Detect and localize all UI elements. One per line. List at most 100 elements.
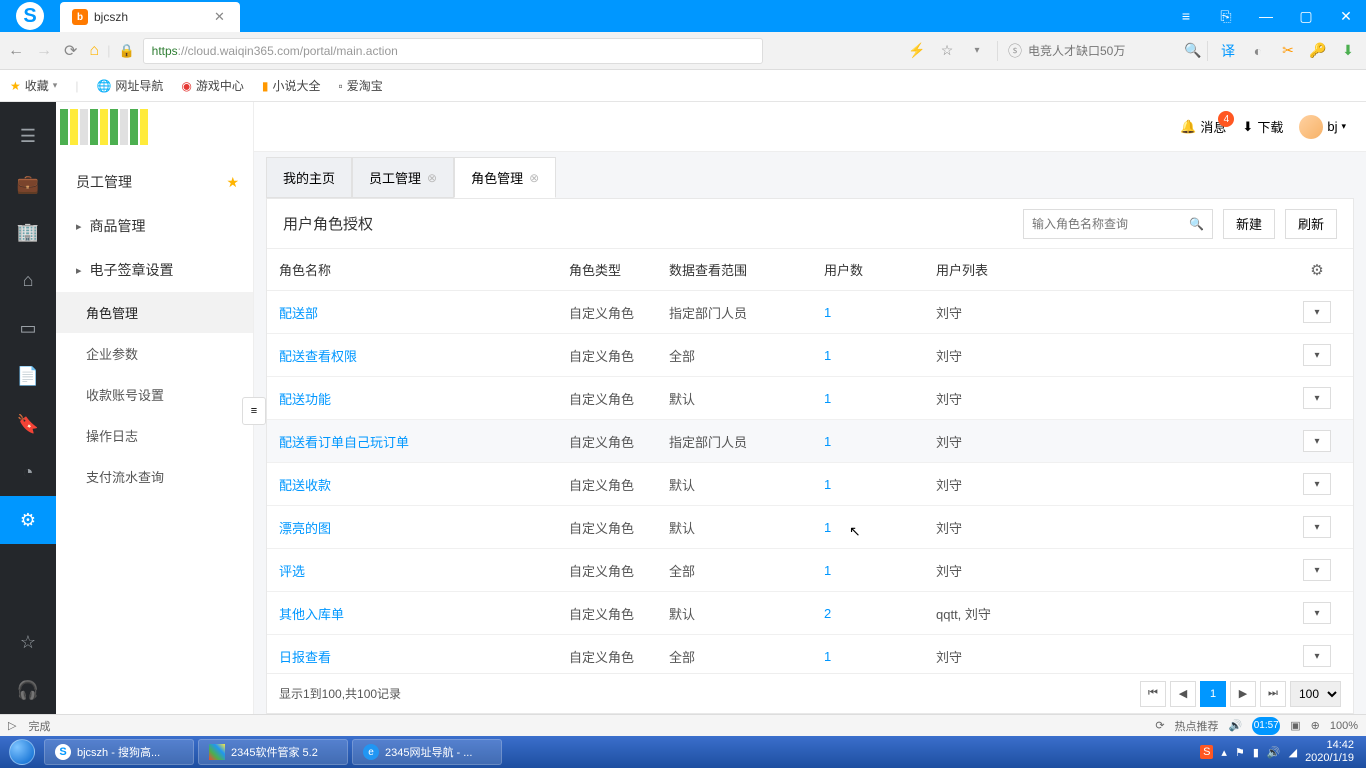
table-row[interactable]: 配送功能自定义角色默认1刘守▾ (267, 377, 1353, 420)
sidebar-star-icon[interactable]: ☆ (0, 618, 56, 666)
back-button[interactable]: ← (8, 42, 24, 60)
page-first[interactable]: ⏮ (1140, 681, 1166, 707)
browser-search[interactable]: ⓢ 🔍 (997, 41, 1197, 61)
url-input[interactable]: https://cloud.waiqin365.com/portal/main.… (143, 38, 763, 64)
role-name-link[interactable]: 配送查看权限 (279, 349, 357, 364)
role-name-link[interactable]: 配送看订单自己玩订单 (279, 435, 409, 450)
user-count-link[interactable]: 2 (824, 606, 831, 621)
role-name-link[interactable]: 漂亮的图 (279, 521, 331, 536)
table-row[interactable]: 其他入库单自定义角色默认2qqtt, 刘守▾ (267, 592, 1353, 635)
sidebar-store-icon[interactable]: ▭ (0, 304, 56, 352)
cut-icon[interactable]: ✂ (1278, 42, 1298, 59)
forward-button[interactable]: → (36, 42, 52, 60)
table-row[interactable]: 配送看订单自己玩订单自定义角色指定部门人员1刘守▾ (267, 420, 1353, 463)
browser-tab[interactable]: b bjcszh ✕ (60, 2, 240, 32)
translate-icon[interactable]: 译 (1218, 41, 1238, 61)
menu-category[interactable]: ▸ 电子签章设置 (56, 248, 253, 292)
sound-icon[interactable]: 🔊 (1229, 719, 1243, 732)
tray-date[interactable]: 2020/1/19 (1305, 752, 1354, 765)
download-icon[interactable]: ⬇ (1338, 42, 1358, 59)
user-count-link[interactable]: 1 (824, 649, 831, 664)
page-size-select[interactable]: 100 (1290, 681, 1341, 707)
browser-search-input[interactable] (1028, 44, 1178, 58)
minimize-icon[interactable]: — (1246, 0, 1286, 32)
browser-logo[interactable]: S (0, 0, 60, 32)
menu-sub-item[interactable]: 支付流水查询 (56, 456, 253, 497)
reload-button[interactable]: ⟳ (64, 41, 77, 61)
table-row[interactable]: 配送查看权限自定义角色全部1刘守▾ (267, 334, 1353, 377)
sidebar-doc-icon[interactable]: 📄 (0, 352, 56, 400)
tab-close-icon[interactable]: ⊗ (427, 171, 437, 185)
tray-up-icon[interactable]: ▴ (1221, 746, 1227, 759)
row-action-dropdown[interactable]: ▾ (1303, 559, 1331, 581)
page-tab[interactable]: 员工管理⊗ (352, 157, 454, 198)
home-button[interactable]: ⌂ (89, 42, 99, 60)
user-count-link[interactable]: 1 (824, 348, 831, 363)
table-row[interactable]: 配送收款自定义角色默认1刘守▾ (267, 463, 1353, 506)
menu-sub-item[interactable]: 收款账号设置 (56, 374, 253, 415)
sidebar-ribbon-icon[interactable]: 🔖 (0, 400, 56, 448)
sidebar-building-icon[interactable]: 🏢 (0, 208, 56, 256)
menu-sub-item[interactable]: 操作日志 (56, 415, 253, 456)
wifi-icon[interactable]: ◢ (1289, 746, 1297, 759)
skin-icon[interactable]: ⎘ (1206, 0, 1246, 32)
page-last[interactable]: ⏭ (1260, 681, 1286, 707)
sidebar-dashboard-icon[interactable]: ◔ (0, 448, 56, 496)
menu-category[interactable]: 员工管理 ★ (56, 160, 253, 204)
taskbar-item[interactable]: Sbjcszh - 搜狗高... (44, 739, 194, 765)
search-icon[interactable]: 🔍 (1184, 42, 1201, 59)
role-name-link[interactable]: 其他入库单 (279, 607, 344, 622)
row-action-dropdown[interactable]: ▾ (1303, 344, 1331, 366)
bookmark-item[interactable]: ▮小说大全 (262, 77, 321, 94)
role-search[interactable]: 🔍 (1023, 209, 1213, 239)
timer-badge[interactable]: 01:57 (1252, 717, 1280, 735)
user-menu[interactable]: bj ▾ (1299, 115, 1346, 139)
menu-icon[interactable]: ≡ (1166, 0, 1206, 32)
user-count-link[interactable]: 1 (824, 391, 831, 406)
row-action-dropdown[interactable]: ▾ (1303, 473, 1331, 495)
user-count-link[interactable]: 1 (824, 305, 831, 320)
taskbar-item[interactable]: 2345软件管家 5.2 (198, 739, 348, 765)
menu-category[interactable]: ▸ 商品管理 (56, 204, 253, 248)
recommend-icon[interactable]: ⟳ (1155, 719, 1164, 732)
capture-icon[interactable]: ◐ (1248, 43, 1268, 59)
bookmark-item[interactable]: 🌐网址导航 (96, 77, 163, 94)
menu-sub-item[interactable]: 角色管理 (56, 292, 253, 333)
ime-icon[interactable]: S (1200, 745, 1213, 759)
messages-link[interactable]: 🔔 消息 4 (1180, 117, 1226, 136)
flash-icon[interactable]: ⚡ (907, 42, 927, 59)
sidebar-headset-icon[interactable]: 🎧 (0, 666, 56, 714)
sidebar-settings-icon[interactable]: ⚙ (0, 496, 56, 544)
new-button[interactable]: 新建 (1223, 209, 1275, 239)
role-name-link[interactable]: 配送功能 (279, 392, 331, 407)
bookmark-item[interactable]: ◉游戏中心 (181, 77, 244, 94)
user-count-link[interactable]: 1 (824, 477, 831, 492)
gear-icon[interactable]: ⚙ (1310, 262, 1323, 279)
page-current[interactable]: 1 (1200, 681, 1226, 707)
row-action-dropdown[interactable]: ▾ (1303, 387, 1331, 409)
collapse-handle[interactable]: ≡ (242, 397, 266, 425)
page-tab[interactable]: 角色管理⊗ (454, 157, 556, 198)
role-name-link[interactable]: 配送部 (279, 306, 318, 321)
role-search-input[interactable] (1032, 217, 1189, 231)
row-action-dropdown[interactable]: ▾ (1303, 301, 1331, 323)
user-count-link[interactable]: 1 (824, 563, 831, 578)
news-icon[interactable]: ▣ (1290, 719, 1300, 732)
role-name-link[interactable]: 日报查看 (279, 650, 331, 665)
play-icon[interactable]: ▷ (8, 719, 16, 732)
table-row[interactable]: 评选自定义角色全部1刘守▾ (267, 549, 1353, 592)
table-row[interactable]: 漂亮的图自定义角色默认1刘守▾ (267, 506, 1353, 549)
tab-close-icon[interactable]: ⊗ (529, 171, 539, 185)
tray-time[interactable]: 14:42 (1305, 739, 1354, 752)
zoom-icon[interactable]: ⊕ (1311, 719, 1320, 732)
tab-close-icon[interactable]: ✕ (214, 9, 228, 25)
user-count-link[interactable]: 1 (824, 434, 831, 449)
maximize-icon[interactable]: ▢ (1286, 0, 1326, 32)
search-icon[interactable]: 🔍 (1189, 217, 1204, 231)
key-icon[interactable]: 🔑 (1308, 42, 1328, 59)
chevron-down-icon[interactable]: ▾ (967, 45, 987, 56)
page-prev[interactable]: ◀ (1170, 681, 1196, 707)
taskbar-item[interactable]: e2345网址导航 - ... (352, 739, 502, 765)
flag-icon[interactable]: ⚑ (1235, 746, 1245, 759)
refresh-button[interactable]: 刷新 (1285, 209, 1337, 239)
